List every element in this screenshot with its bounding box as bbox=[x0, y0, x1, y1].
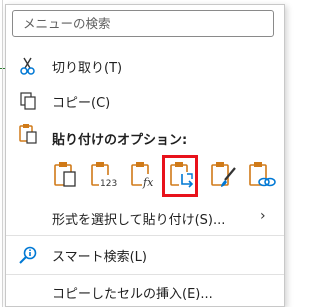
paste-formatting-button[interactable] bbox=[206, 155, 242, 195]
context-menu: 切り取り(T) コピー(C) 貼り付けのオプション: bbox=[5, 4, 285, 307]
cut-label: 切り取り(T) bbox=[52, 61, 123, 76]
transpose-highlight-box bbox=[162, 155, 198, 197]
svg-text:fx: fx bbox=[142, 176, 154, 189]
menu-separator bbox=[6, 274, 284, 275]
svg-text:123: 123 bbox=[100, 179, 117, 189]
cut-menu-item[interactable]: 切り取り(T) bbox=[6, 51, 284, 81]
clipboard-formulas-fx-icon: fx bbox=[131, 162, 157, 189]
copy-label: コピー(C) bbox=[52, 96, 111, 111]
paste-options-clipboard-icon bbox=[18, 123, 38, 145]
clipboard-formatting-brush-icon bbox=[211, 162, 236, 187]
clipboard-values-123-icon: 123 bbox=[91, 162, 118, 189]
paste-link-button[interactable] bbox=[244, 155, 280, 195]
smart-lookup-label: スマート検索(L) bbox=[52, 250, 147, 265]
paste-formulas-button[interactable]: fx bbox=[126, 155, 162, 195]
paste-button[interactable] bbox=[48, 155, 84, 195]
sheet-gridline bbox=[2, 0, 3, 307]
paste-special-label: 形式を選択して貼り付け(S)... bbox=[52, 213, 226, 228]
smart-lookup-menu-item[interactable]: スマート検索(L) bbox=[6, 240, 284, 270]
copy-menu-item[interactable]: コピー(C) bbox=[6, 86, 284, 116]
insert-copied-cells-menu-item[interactable]: コピーしたセルの挿入(E)... bbox=[6, 277, 284, 307]
clipboard-paste-icon bbox=[54, 162, 76, 187]
insert-copied-cells-label: コピーしたセルの挿入(E)... bbox=[52, 287, 213, 302]
menu-separator bbox=[6, 235, 284, 236]
copy-icon bbox=[18, 91, 38, 111]
chevron-right-icon: › bbox=[260, 208, 266, 224]
clipboard-link-icon bbox=[249, 162, 276, 187]
scissors-icon bbox=[18, 56, 38, 76]
paste-options-label: 貼り付けのオプション: bbox=[52, 133, 188, 148]
search-icon bbox=[18, 245, 38, 265]
menu-search-input[interactable] bbox=[12, 10, 274, 37]
paste-values-button[interactable]: 123 bbox=[86, 155, 122, 195]
paste-special-menu-item[interactable]: 形式を選択して貼り付け(S)... › bbox=[6, 203, 284, 233]
